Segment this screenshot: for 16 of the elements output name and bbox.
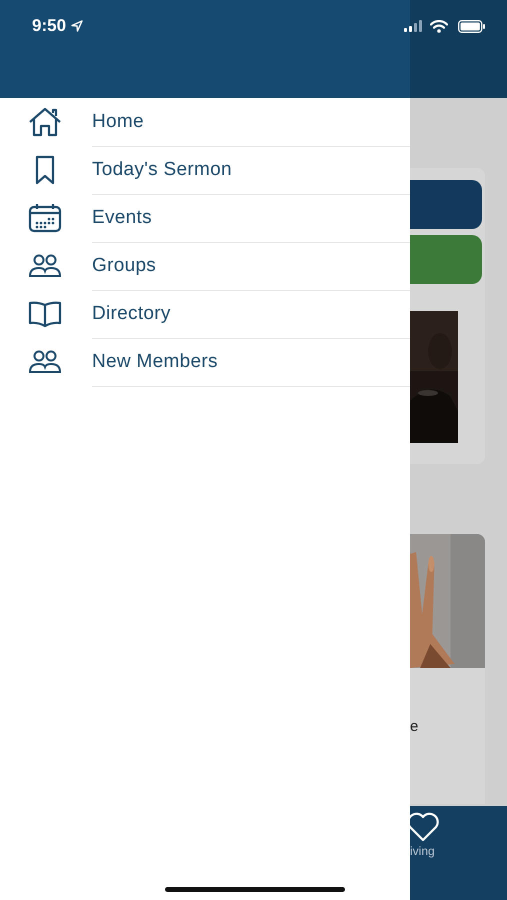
menu-item[interactable]: Groups <box>0 242 410 290</box>
menu-item[interactable]: New Members <box>0 338 410 386</box>
tab-label: iving <box>410 844 435 858</box>
calendar-icon <box>28 203 62 233</box>
menu-item[interactable]: Today's Sermon <box>0 146 410 194</box>
location-arrow-icon <box>71 20 84 32</box>
menu-item[interactable]: Home <box>0 98 410 146</box>
battery-icon <box>458 20 486 32</box>
open-book-icon <box>28 299 62 329</box>
menu-item[interactable]: Directory <box>0 290 410 338</box>
house-icon <box>28 107 62 137</box>
signal-icon <box>404 20 424 32</box>
status-time: 9:50 <box>32 16 66 36</box>
menu-item[interactable]: Events <box>0 194 410 242</box>
card-text: e <box>410 718 418 735</box>
wifi-icon <box>430 20 448 32</box>
